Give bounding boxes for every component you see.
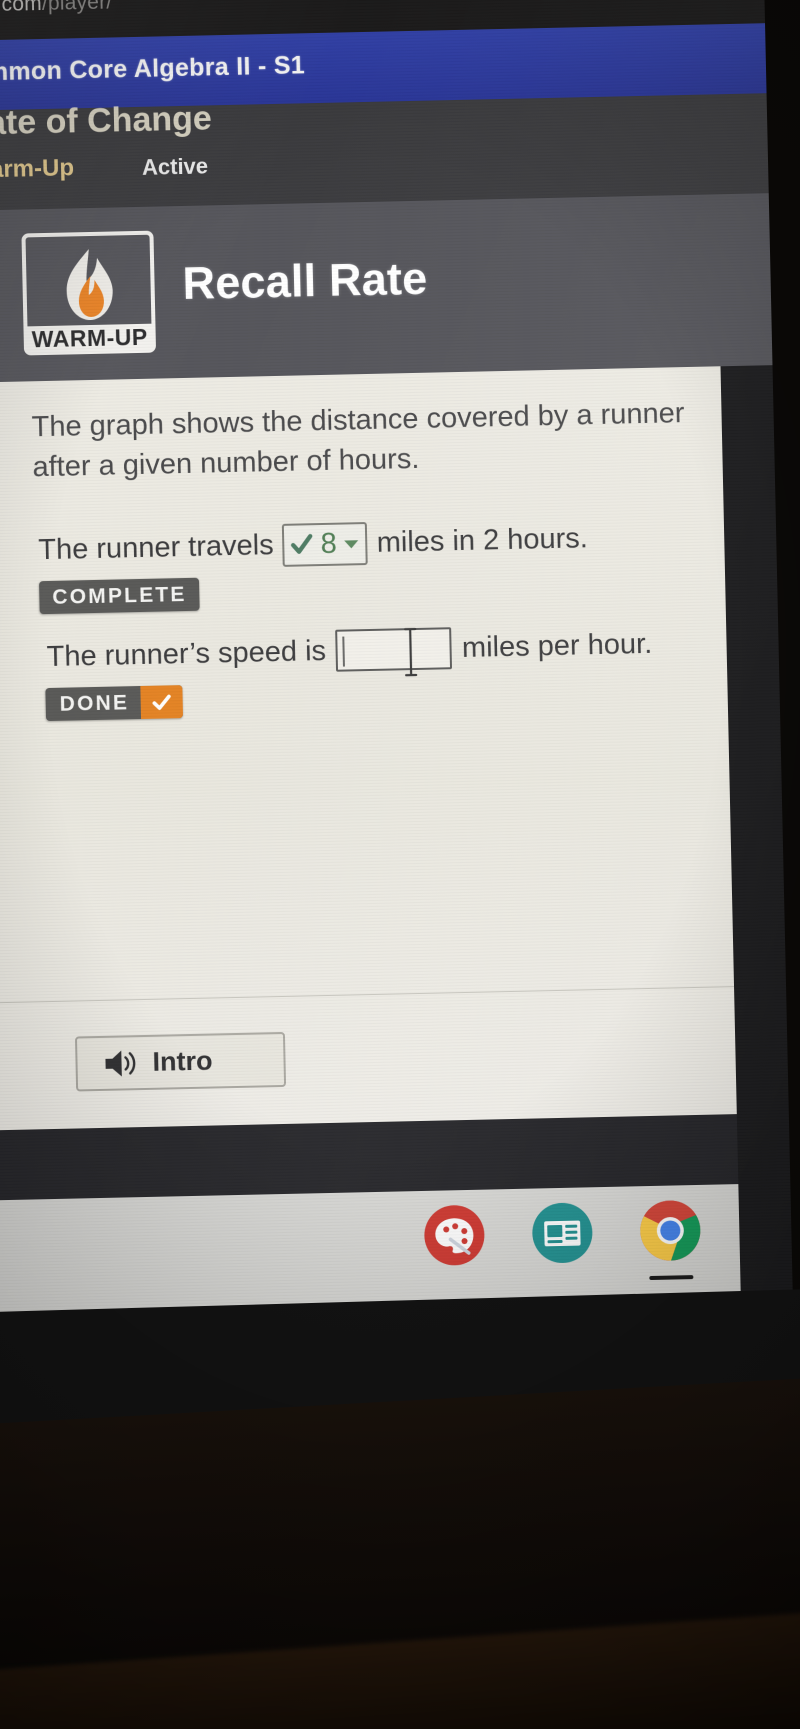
taskbar-item-slides[interactable] [531, 1201, 594, 1264]
url-path: /player/ [41, 0, 113, 15]
text-cursor-caret [342, 636, 346, 667]
photo-scene: y.com/player/ mmon Core Algebra II - S1 … [0, 0, 800, 1729]
done-button-label: DONE [59, 690, 130, 716]
answer-dropdown-1[interactable]: 8 [282, 522, 369, 567]
answer-dropdown-1-value: 8 [320, 527, 338, 561]
status-badge-complete-label: COMPLETE [52, 582, 187, 609]
url-domain: y.com [0, 0, 43, 17]
speaker-icon [105, 1050, 136, 1077]
speed-answer-input[interactable] [335, 627, 453, 677]
lesson-stage-status: Active [141, 153, 209, 180]
green-check-icon [291, 533, 313, 554]
question-1-line: The runner travels 8 miles in 2 hours. [38, 517, 588, 572]
question-2-text-after: miles per hour. [461, 627, 653, 664]
question-2-line: The runner’s speed is miles per hour. [46, 623, 653, 678]
status-badge-complete: COMPLETE [39, 577, 200, 615]
question-2-text-before: The runner’s speed is [46, 634, 327, 673]
panel-divider [0, 986, 735, 1005]
done-button-check [140, 685, 184, 719]
taskbar-item-chrome[interactable] [639, 1199, 702, 1281]
activity-title: Recall Rate [181, 252, 428, 309]
slides-presentation-icon [532, 1202, 593, 1263]
warmup-badge: WARM-UP [21, 230, 157, 356]
activity-banner: WARM-UP Recall Rate [0, 193, 773, 384]
warmup-badge-label: WARM-UP [27, 323, 153, 354]
paint-palette-icon [424, 1205, 485, 1266]
lesson-name: ate of Change [0, 99, 213, 143]
intro-audio-button[interactable]: Intro [74, 1031, 287, 1092]
lesson-header-bar: ate of Change arm-Up Active [0, 93, 769, 212]
intro-audio-button-label: Intro [152, 1045, 213, 1077]
course-title: mmon Core Algebra II - S1 [0, 51, 306, 87]
laptop-screen: y.com/player/ mmon Core Algebra II - S1 … [0, 0, 793, 1316]
done-button[interactable]: DONE [45, 685, 184, 722]
lesson-content-panel: The graph shows the distance covered by … [0, 366, 737, 1132]
question-1-text-before: The runner travels [37, 529, 274, 567]
taskbar-icon-group [423, 1199, 702, 1281]
taskbar-item-paint[interactable] [423, 1204, 486, 1267]
address-bar-url[interactable]: y.com/player/ [0, 0, 113, 17]
taskbar-active-indicator [649, 1275, 694, 1281]
lesson-stage-label[interactable]: arm-Up [0, 154, 74, 184]
chevron-down-icon [344, 539, 359, 549]
white-check-icon [153, 694, 172, 710]
chrome-browser-icon [640, 1200, 701, 1261]
question-prompt: The graph shows the distance covered by … [31, 397, 685, 484]
mouse-ibeam-cursor-icon [404, 627, 418, 677]
flame-icon [66, 249, 113, 321]
question-1-text-after: miles in 2 hours. [376, 522, 589, 559]
